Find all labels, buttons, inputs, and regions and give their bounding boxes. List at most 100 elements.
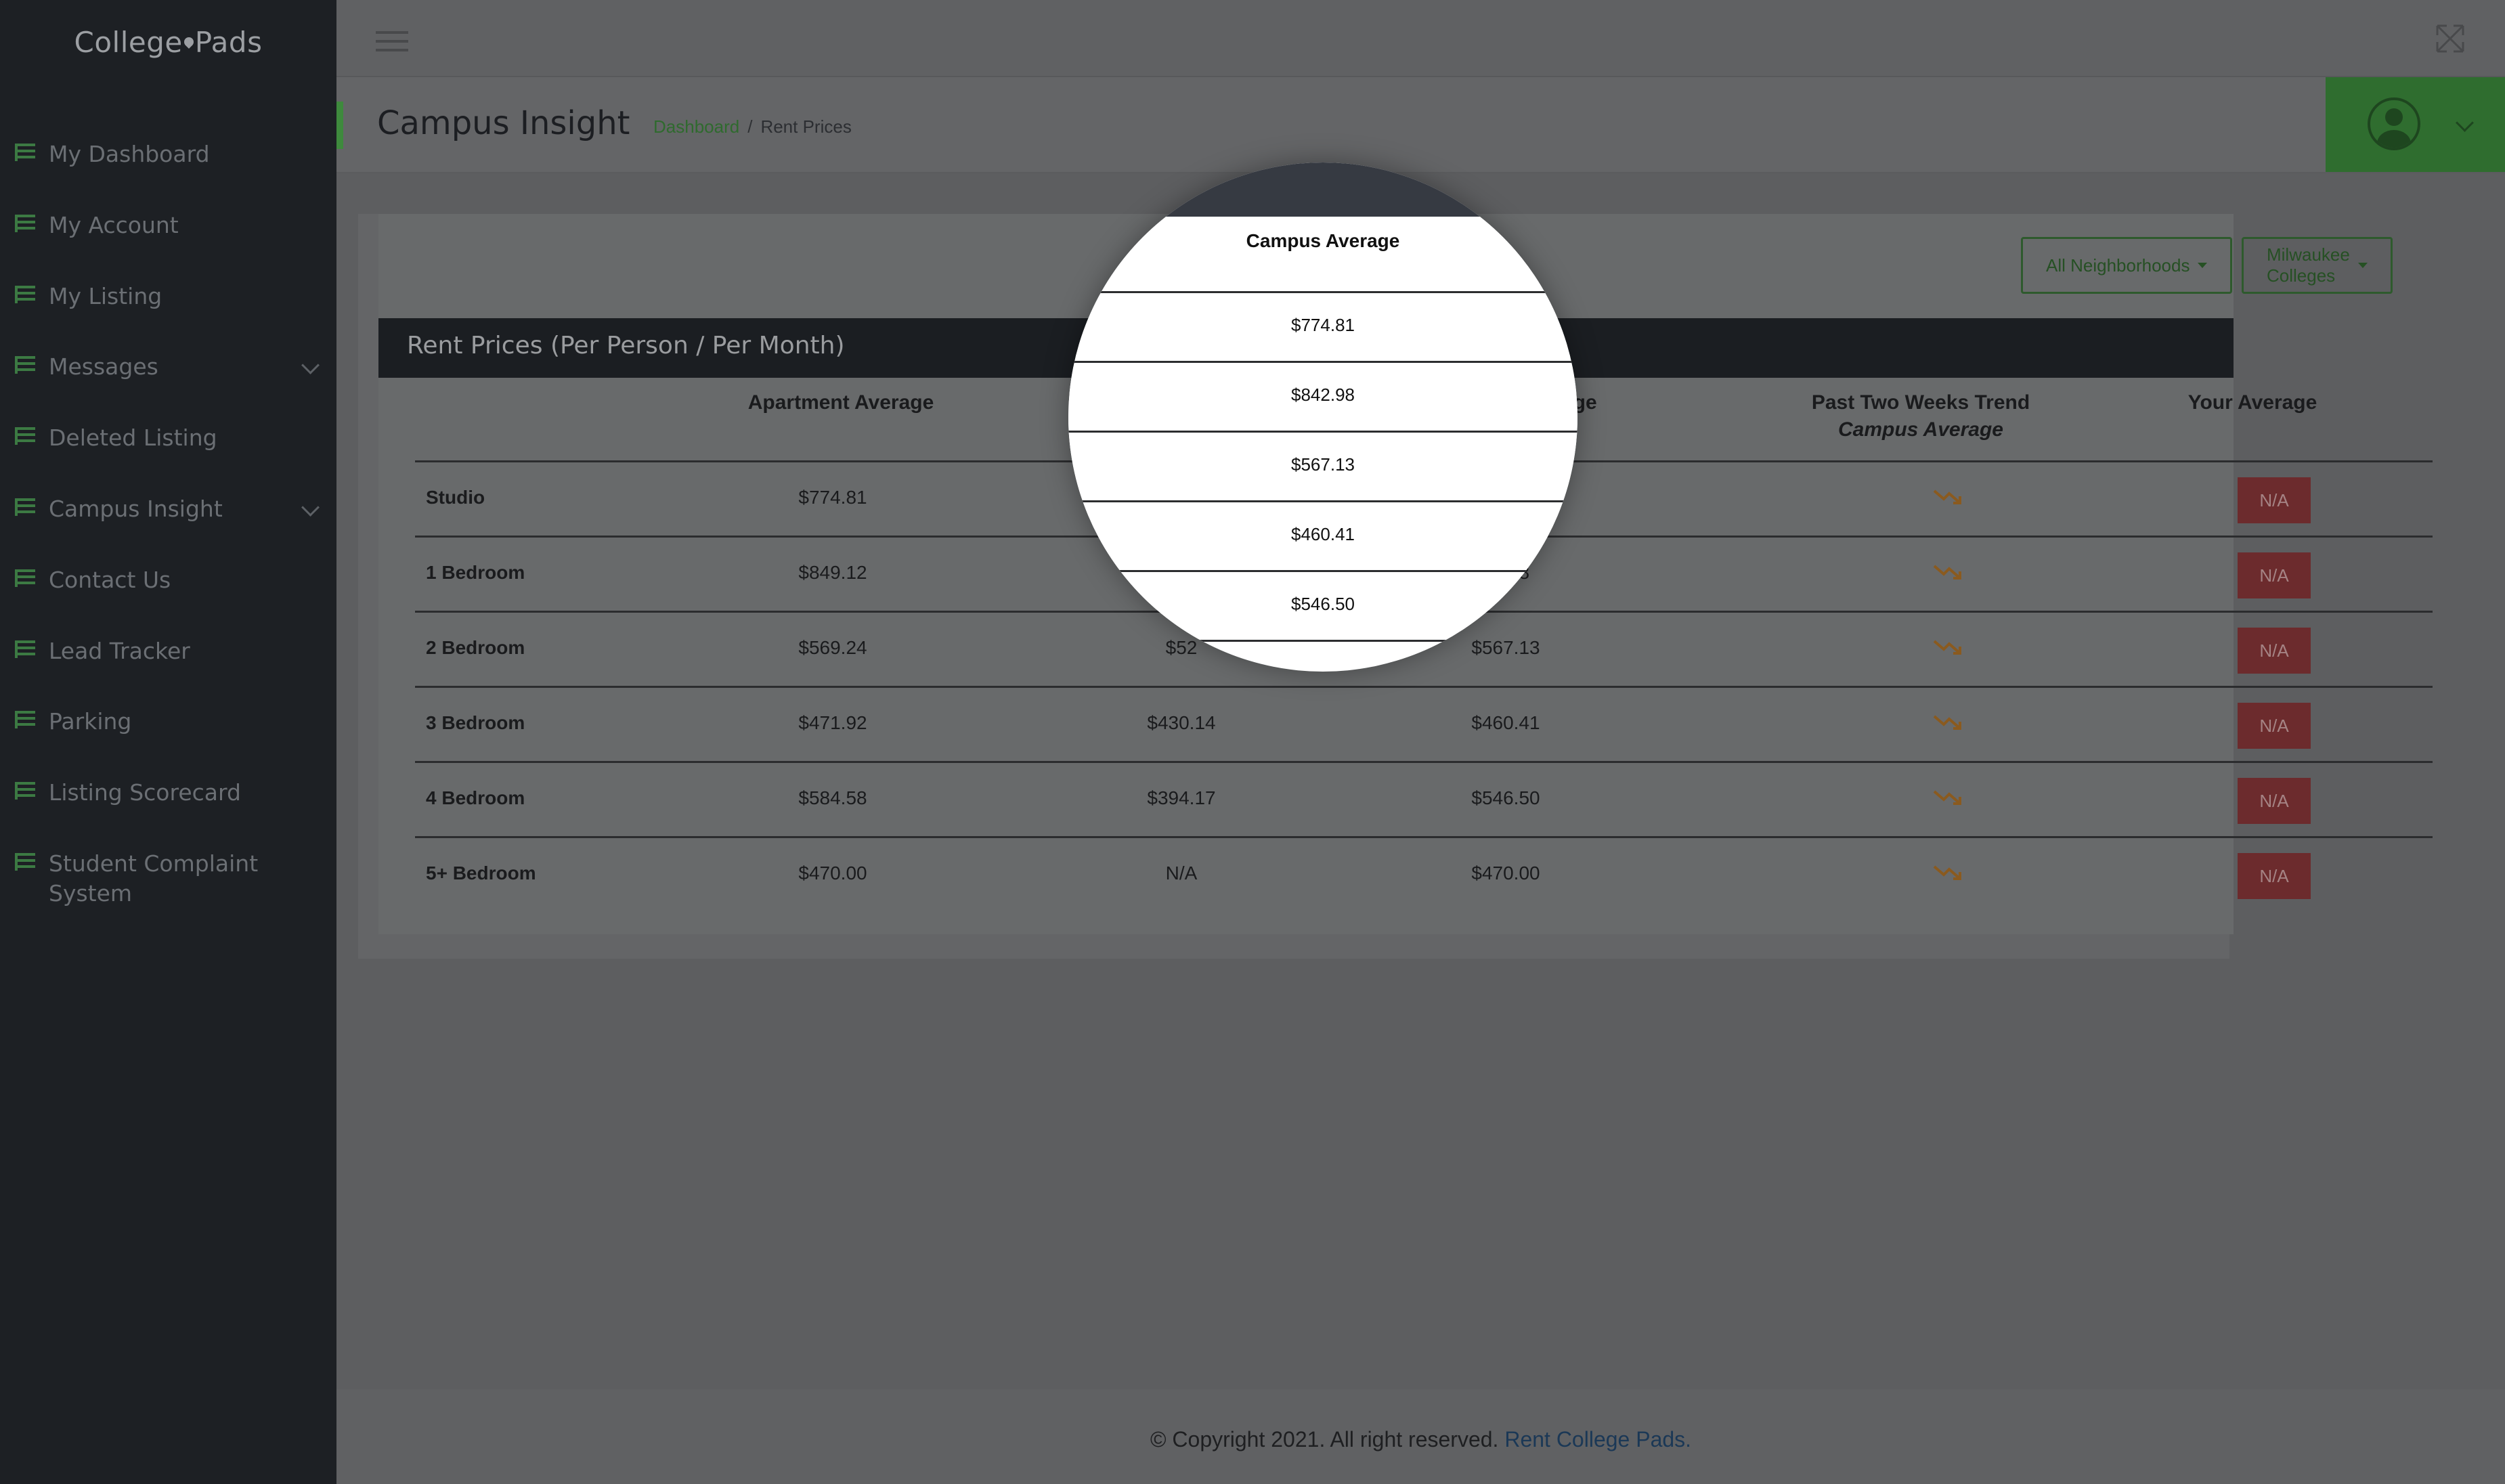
sidebar-item-contact-us[interactable]: Contact Us: [15, 565, 326, 595]
top-bar: [336, 0, 2505, 77]
magnifier-value: $774.81: [1291, 315, 1355, 335]
your-average-badge: N/A: [2238, 628, 2311, 674]
list-icon: [15, 569, 35, 587]
magnifier-row: $460.41: [1068, 502, 1577, 572]
colleges-dropdown[interactable]: Milwaukee Colleges: [2242, 237, 2393, 294]
sidebar-item-label: Listing Scorecard: [49, 779, 241, 806]
sidebar-item-parking[interactable]: Parking: [15, 707, 326, 737]
footer-brand-link[interactable]: Rent College Pads: [1504, 1427, 1685, 1452]
list-icon: [15, 711, 35, 728]
row-label: 5+ Bedroom: [426, 863, 536, 883]
magnifier-overlay: Campus Average $774.81 $842.98 $567.13 $460…: [1068, 162, 1577, 672]
breadcrumb-separator: /: [747, 116, 753, 137]
column-header-your-average: Your Average: [2187, 391, 2317, 414]
trend-down-icon: [1933, 715, 1961, 730]
map-pin-icon: [181, 35, 196, 49]
user-avatar-icon: [2368, 97, 2420, 150]
trend-down-icon: [1933, 640, 1961, 655]
sidebar-item-label: Campus Insight: [49, 496, 223, 522]
row-label: Studio: [426, 487, 485, 508]
sidebar-item-label: Lead Tracker: [49, 638, 190, 664]
apartment-average-cell: $584.58: [798, 787, 867, 808]
hamburger-menu-icon[interactable]: [376, 31, 408, 51]
page-title: Campus Insight: [377, 104, 630, 142]
apartment-average-cell: $471.92: [798, 712, 867, 733]
campus-average-cell: $460.41: [1471, 712, 1540, 733]
apartment-average-cell: $849.12: [798, 562, 867, 583]
list-icon: [15, 215, 35, 232]
your-average-badge: N/A: [2238, 778, 2311, 824]
apartment-average-cell: $569.24: [798, 637, 867, 658]
list-icon: [15, 640, 35, 658]
table-row: 5+ Bedroom $470.00 N/A $470.00 N/A: [415, 836, 2433, 913]
title-accent-bar: [336, 102, 343, 149]
apartment-average-cell: $774.81: [798, 487, 867, 508]
row-label: 3 Bedroom: [426, 712, 525, 733]
sidebar: College Pads My Dashboard My Account My Lis…: [0, 0, 336, 1484]
average-cell: N/A: [1165, 863, 1198, 883]
list-icon: [15, 782, 35, 800]
chevron-down-icon[interactable]: [301, 498, 320, 517]
sidebar-item-campus-insight[interactable]: Campus Insight: [15, 494, 326, 524]
table-title: Rent Prices (Per Person / Per Month): [407, 332, 845, 359]
breadcrumb-dashboard-link[interactable]: Dashboard: [653, 116, 739, 137]
sidebar-item-my-account[interactable]: My Account: [15, 211, 326, 240]
chevron-down-icon: [2456, 114, 2474, 132]
caret-down-icon: [2357, 263, 2368, 268]
sidebar-item-label: My Listing: [49, 283, 162, 309]
list-icon: [15, 356, 35, 374]
row-label: 1 Bedroom: [426, 562, 525, 583]
neighborhoods-dropdown[interactable]: All Neighborhoods: [2021, 237, 2233, 294]
list-icon: [15, 144, 35, 161]
magnifier-header: Campus Average: [1068, 217, 1577, 293]
sidebar-item-student-complaint-system[interactable]: Student Complaint System: [15, 849, 326, 909]
magnifier-row: $567.13: [1068, 433, 1577, 502]
sidebar-item-label: My Dashboard: [49, 141, 210, 167]
breadcrumb-current: Rent Prices: [760, 116, 852, 137]
magnifier-row: $774.81: [1068, 293, 1577, 363]
list-icon: [15, 498, 35, 516]
user-menu-button[interactable]: [2326, 77, 2505, 172]
caret-down-icon: [2198, 263, 2208, 268]
average-cell: $394.17: [1147, 787, 1216, 808]
sidebar-item-listing-scorecard[interactable]: Listing Scorecard: [15, 778, 326, 808]
campus-average-cell: $546.50: [1471, 787, 1540, 808]
footer: © Copyright 2021. All right reserved. Re…: [336, 1389, 2505, 1484]
list-icon: [15, 853, 35, 871]
sidebar-item-label: Parking: [49, 708, 132, 735]
sidebar-item-my-dashboard[interactable]: My Dashboard: [15, 139, 326, 169]
sidebar-item-deleted-listing[interactable]: Deleted Listing: [15, 423, 326, 453]
sidebar-item-label: Deleted Listing: [49, 424, 217, 451]
chevron-down-icon[interactable]: [301, 356, 320, 374]
magnifier-value: $546.50: [1291, 594, 1355, 614]
fullscreen-icon[interactable]: [2435, 23, 2466, 54]
list-icon: [15, 286, 35, 303]
magnifier-value: $567.13: [1291, 454, 1355, 475]
your-average-badge: N/A: [2238, 477, 2311, 523]
sidebar-item-my-listing[interactable]: My Listing: [15, 282, 326, 311]
table-row: 4 Bedroom $584.58 $394.17 $546.50 N/A: [415, 761, 2433, 837]
sidebar-item-label: Contact Us: [49, 567, 171, 593]
your-average-badge: N/A: [2238, 703, 2311, 749]
list-icon: [15, 427, 35, 445]
magnifier-dark-band: [1068, 162, 1577, 217]
trend-down-icon: [1933, 790, 1961, 805]
sidebar-item-lead-tracker[interactable]: Lead Tracker: [15, 636, 326, 666]
breadcrumb: Dashboard / Rent Prices: [653, 116, 852, 137]
app-logo[interactable]: College Pads: [0, 26, 336, 59]
average-cell: $430.14: [1147, 712, 1216, 733]
sidebar-item-label: Messages: [49, 353, 158, 380]
your-average-badge: N/A: [2238, 552, 2311, 598]
campus-average-cell: $470.00: [1471, 863, 1540, 883]
page-header: Campus Insight Dashboard / Rent Prices: [336, 77, 2505, 173]
trend-down-icon: [1933, 865, 1961, 880]
row-label: 4 Bedroom: [426, 787, 525, 808]
magnifier-value: $842.98: [1291, 385, 1355, 405]
sidebar-item-label: My Account: [49, 212, 179, 238]
trend-down-icon: [1933, 489, 1961, 504]
row-label: 2 Bedroom: [426, 637, 525, 658]
table-row: 3 Bedroom $471.92 $430.14 $460.41 N/A: [415, 686, 2433, 762]
magnifier-row: $546.50: [1068, 572, 1577, 642]
your-average-badge: N/A: [2238, 853, 2311, 899]
sidebar-item-messages[interactable]: Messages: [15, 352, 326, 382]
